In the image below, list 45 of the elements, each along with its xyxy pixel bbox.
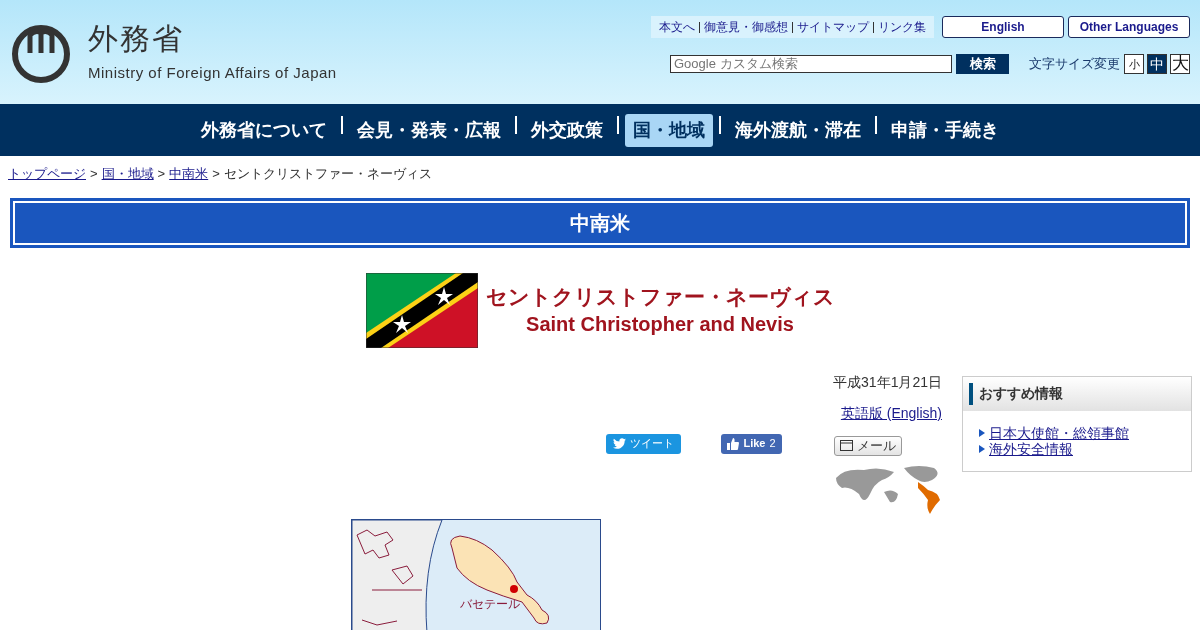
- flag-icon: [365, 272, 478, 348]
- bullet-icon: [979, 428, 985, 437]
- country-name-english: Saint Christopher and Nevis: [525, 311, 795, 337]
- language-button[interactable]: English: [942, 16, 1064, 38]
- font-size-button[interactable]: 小: [1124, 54, 1144, 74]
- like-button[interactable]: Like 2: [721, 433, 782, 454]
- utility-link[interactable]: リンク集: [873, 22, 930, 33]
- breadcrumb-separator: >: [212, 166, 220, 181]
- breadcrumb-current: セントクリストファー・ネーヴィス: [223, 166, 432, 181]
- nav-tab[interactable]: 外交政策: [523, 113, 611, 147]
- sidebar-title: おすすめ情報: [979, 384, 1063, 403]
- utility-link[interactable]: 本文へ: [655, 22, 699, 33]
- english-version-link[interactable]: 英語版 (English): [840, 402, 942, 424]
- breadcrumb-separator: >: [157, 166, 166, 181]
- language-button[interactable]: Other Languages: [1068, 16, 1190, 38]
- capital-label: バセテール: [460, 596, 520, 611]
- breadcrumb-separator: >: [90, 166, 98, 181]
- nav-tab[interactable]: 国・地域: [625, 113, 713, 147]
- font-size-button[interactable]: 大: [1170, 54, 1190, 74]
- capital-dot-icon: [510, 584, 518, 593]
- breadcrumb-link[interactable]: 国・地域: [101, 166, 154, 181]
- search-button[interactable]: 検索: [956, 54, 1009, 74]
- breadcrumb-link[interactable]: 中南米: [169, 166, 209, 181]
- breadcrumb-link[interactable]: トップページ: [8, 166, 86, 181]
- logo-title: 外務省: [88, 23, 185, 54]
- nav-tab[interactable]: 申請・手続き: [883, 113, 1007, 147]
- country-name-japanese: セントクリストファー・ネーヴィス: [485, 284, 835, 311]
- search-field[interactable]: Google カスタム検索: [670, 55, 952, 73]
- region-heading: 中南米: [10, 197, 1190, 248]
- bullet-icon: [979, 444, 985, 453]
- utility-link[interactable]: 御意見・御感想: [699, 22, 792, 33]
- bird-icon: [613, 438, 626, 449]
- nav-tab[interactable]: 海外渡航・滞在: [727, 113, 869, 147]
- envelope-icon: [840, 440, 853, 451]
- nav-tab[interactable]: 外務省について: [193, 113, 335, 147]
- mail-button[interactable]: メール: [834, 435, 902, 456]
- date-text: 平成31年1月21日: [833, 372, 942, 392]
- thumbs-up-icon: [727, 437, 740, 450]
- sidebar-link[interactable]: 海外安全情報: [989, 440, 1073, 457]
- sidebar-link[interactable]: 日本大使館・総領事館: [989, 424, 1129, 441]
- utility-link[interactable]: サイトマップ: [792, 22, 873, 33]
- logo-subtitle: Ministry of Foreign Affairs of Japan: [88, 62, 337, 83]
- nav-tab[interactable]: 会見・発表・広報: [349, 113, 509, 147]
- font-size-button[interactable]: 中: [1147, 54, 1167, 74]
- font-size-label: 文字サイズ変更: [1029, 55, 1120, 74]
